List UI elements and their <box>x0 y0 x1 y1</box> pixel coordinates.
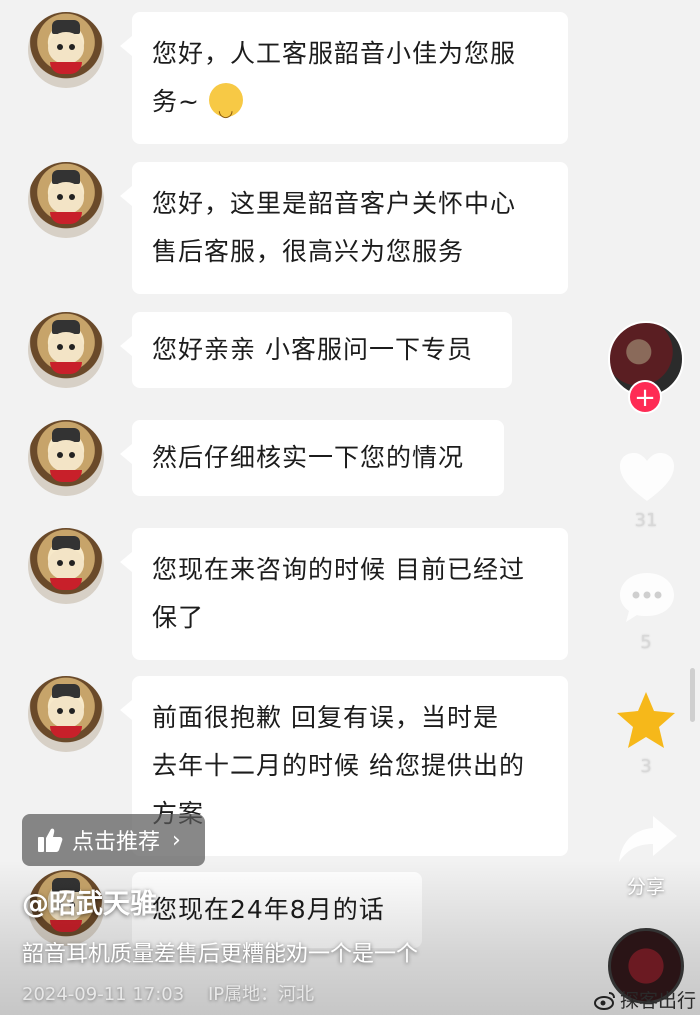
heart-icon <box>620 453 674 501</box>
watermark-text: 探客出行 <box>620 990 697 1012</box>
ip-location: IP属地：河北 <box>207 984 315 1005</box>
message-line: 方案 <box>152 790 548 838</box>
chat-bubble: 您好，这里是韶音客户关怀中心 售后客服，很高兴为您服务 <box>120 162 568 294</box>
message-line: 前面很抱歉 回复有误，当时是 <box>152 703 499 732</box>
author-username[interactable]: @昭武天骓 <box>22 882 157 921</box>
chat-bubble: 您好，人工客服韶音小佳为您服 务~ <box>120 12 568 144</box>
recommend-button[interactable]: 点击推荐 › <box>22 814 205 866</box>
watermark: 探客出行 <box>594 986 696 1013</box>
post-date: 2024-09-11 17:03 <box>22 984 185 1005</box>
follow-button[interactable]: + <box>628 380 662 414</box>
share-label: 分享 <box>626 876 665 898</box>
share-arrow-icon <box>619 816 677 862</box>
message-line: 您现在24年8月的话 <box>152 895 385 924</box>
comment-count: 5 <box>640 632 652 653</box>
like-button[interactable] <box>618 448 676 506</box>
chat-bubble: 您好亲亲 小客服问一下专员 <box>120 312 512 388</box>
agent-avatar <box>28 528 104 604</box>
scrollbar[interactable] <box>690 668 695 722</box>
message-line: 务~ <box>152 78 548 135</box>
share-button[interactable] <box>616 812 680 866</box>
message-line: 保了 <box>152 603 205 632</box>
weibo-logo-icon <box>594 991 615 1010</box>
chat-bubble: 然后仔细核实一下您的情况 <box>120 420 504 496</box>
agent-avatar <box>28 676 104 752</box>
agent-avatar <box>28 12 104 88</box>
comment-button[interactable] <box>618 570 676 624</box>
agent-avatar <box>28 420 104 496</box>
message-line: 您现在来咨询的时候 目前已经过 <box>152 555 525 584</box>
agent-avatar <box>28 312 104 388</box>
post-caption: 韶音耳机质量差售后更糟能劝一个是一个 <box>22 942 419 967</box>
thumbs-up-icon <box>38 828 63 852</box>
message-line: 您好亲亲 小客服问一下专员 <box>152 335 473 364</box>
message-line: 去年十二月的时候 给您提供出的 <box>152 751 525 780</box>
message-line: 您好，人工客服韶音小佳为您服 <box>152 39 517 68</box>
post-meta: 2024-09-11 17:03 IP属地：河北 <box>22 980 332 1006</box>
message-line: 您好，这里是韶音客户关怀中心 <box>152 189 517 218</box>
message-line: 然后仔细核实一下您的情况 <box>152 443 465 472</box>
like-count: 31 <box>634 510 658 531</box>
favorite-count: 3 <box>640 756 652 777</box>
agent-avatar <box>28 162 104 238</box>
comment-icon <box>620 573 674 622</box>
smile-emoji-icon <box>208 83 243 135</box>
chevron-right-icon: › <box>172 827 181 853</box>
chat-bubble: 您现在来咨询的时候 目前已经过 保了 <box>120 528 568 660</box>
favorite-button[interactable] <box>614 690 678 750</box>
message-line: 售后客服，很高兴为您服务 <box>152 237 465 266</box>
star-icon <box>617 692 675 748</box>
recommend-label: 点击推荐 <box>72 830 161 855</box>
